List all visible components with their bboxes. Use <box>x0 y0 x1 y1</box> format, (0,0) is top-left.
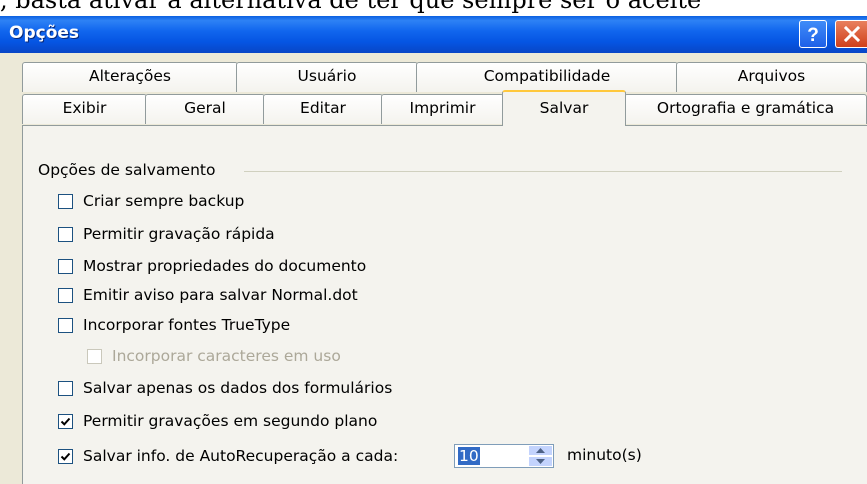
checkbox[interactable] <box>58 258 73 274</box>
checkbox[interactable] <box>58 448 73 464</box>
option-permitir-gravacao-rapida[interactable]: Permitir gravação rápida <box>58 223 275 245</box>
option-incorporar-fontes-truetype[interactable]: Incorporar fontes TrueType <box>58 314 290 336</box>
option-label: Salvar apenas os dados dos formulários <box>83 379 393 397</box>
option-salvar-autorecuperacao[interactable]: Salvar info. de AutoRecuperação a cada: <box>58 445 398 467</box>
checkmark-icon <box>60 452 71 461</box>
group-divider <box>244 171 842 172</box>
option-criar-sempre-backup[interactable]: Criar sempre backup <box>58 190 244 212</box>
autorecover-minutes-value[interactable]: 10 <box>458 447 480 465</box>
option-label: Emitir aviso para salvar Normal.dot <box>83 286 358 304</box>
option-label: Incorporar fontes TrueType <box>83 316 291 334</box>
tab-ortografia-e-gramatica[interactable]: Ortografia e gramática <box>624 94 867 124</box>
tab-usuario[interactable]: Usuário <box>236 62 418 92</box>
option-emitir-aviso-normal-dot[interactable]: Emitir aviso para salvar Normal.dot <box>58 284 358 306</box>
checkbox <box>87 348 102 364</box>
svg-text:?: ? <box>807 25 819 44</box>
arrow-up-icon <box>536 448 545 453</box>
checkbox[interactable] <box>58 317 73 333</box>
checkbox[interactable] <box>58 413 73 429</box>
spin-down-button[interactable] <box>528 456 553 467</box>
tab-alteracoes[interactable]: Alterações <box>22 62 238 92</box>
checkbox[interactable] <box>58 380 73 396</box>
tab-geral[interactable]: Geral <box>145 94 265 124</box>
tab-exibir[interactable]: Exibir <box>22 94 147 124</box>
group-title-opcoes-de-salvamento: Opções de salvamento <box>38 161 216 179</box>
tab-editar[interactable]: Editar <box>263 94 383 124</box>
option-permitir-gravacoes-segundo-plano[interactable]: Permitir gravações em segundo plano <box>58 410 377 432</box>
option-label: Criar sempre backup <box>83 192 245 210</box>
spinner-arrows <box>528 445 553 467</box>
tab-arquivos[interactable]: Arquivos <box>676 62 867 92</box>
checkbox[interactable] <box>58 226 73 242</box>
close-icon <box>843 25 860 43</box>
close-button[interactable] <box>835 20 867 48</box>
tab-compatibilidade[interactable]: Compatibilidade <box>416 62 678 92</box>
tab-imprimir[interactable]: Imprimir <box>381 94 504 124</box>
help-button[interactable]: ? <box>799 20 827 48</box>
arrow-down-icon <box>536 459 545 464</box>
checkmark-icon <box>60 417 71 426</box>
option-label: Permitir gravações em segundo plano <box>83 412 378 430</box>
option-label: Permitir gravação rápida <box>83 225 275 243</box>
option-label: Mostrar propriedades do documento <box>83 257 367 275</box>
spin-up-button[interactable] <box>528 445 553 456</box>
option-label: Salvar info. de AutoRecuperação a cada: <box>83 447 399 465</box>
option-salvar-apenas-dados-formularios[interactable]: Salvar apenas os dados dos formulários <box>58 377 392 399</box>
option-mostrar-propriedades[interactable]: Mostrar propriedades do documento <box>58 255 366 277</box>
option-label: Incorporar caracteres em uso <box>112 347 341 365</box>
dialog-title: Opções <box>9 23 80 43</box>
minutes-label: minuto(s) <box>567 446 642 464</box>
autorecover-minutes-spinner[interactable]: 10 <box>454 444 554 468</box>
checkbox[interactable] <box>58 193 73 209</box>
title-bar[interactable]: Opções ? <box>0 16 867 53</box>
option-incorporar-caracteres-em-uso: Incorporar caracteres em uso <box>87 345 341 367</box>
question-icon: ? <box>807 25 819 44</box>
background-document-text: , basta ativar a alternativa de ter que … <box>0 0 702 14</box>
tab-salvar[interactable]: Salvar <box>502 90 626 126</box>
checkbox[interactable] <box>58 287 73 303</box>
